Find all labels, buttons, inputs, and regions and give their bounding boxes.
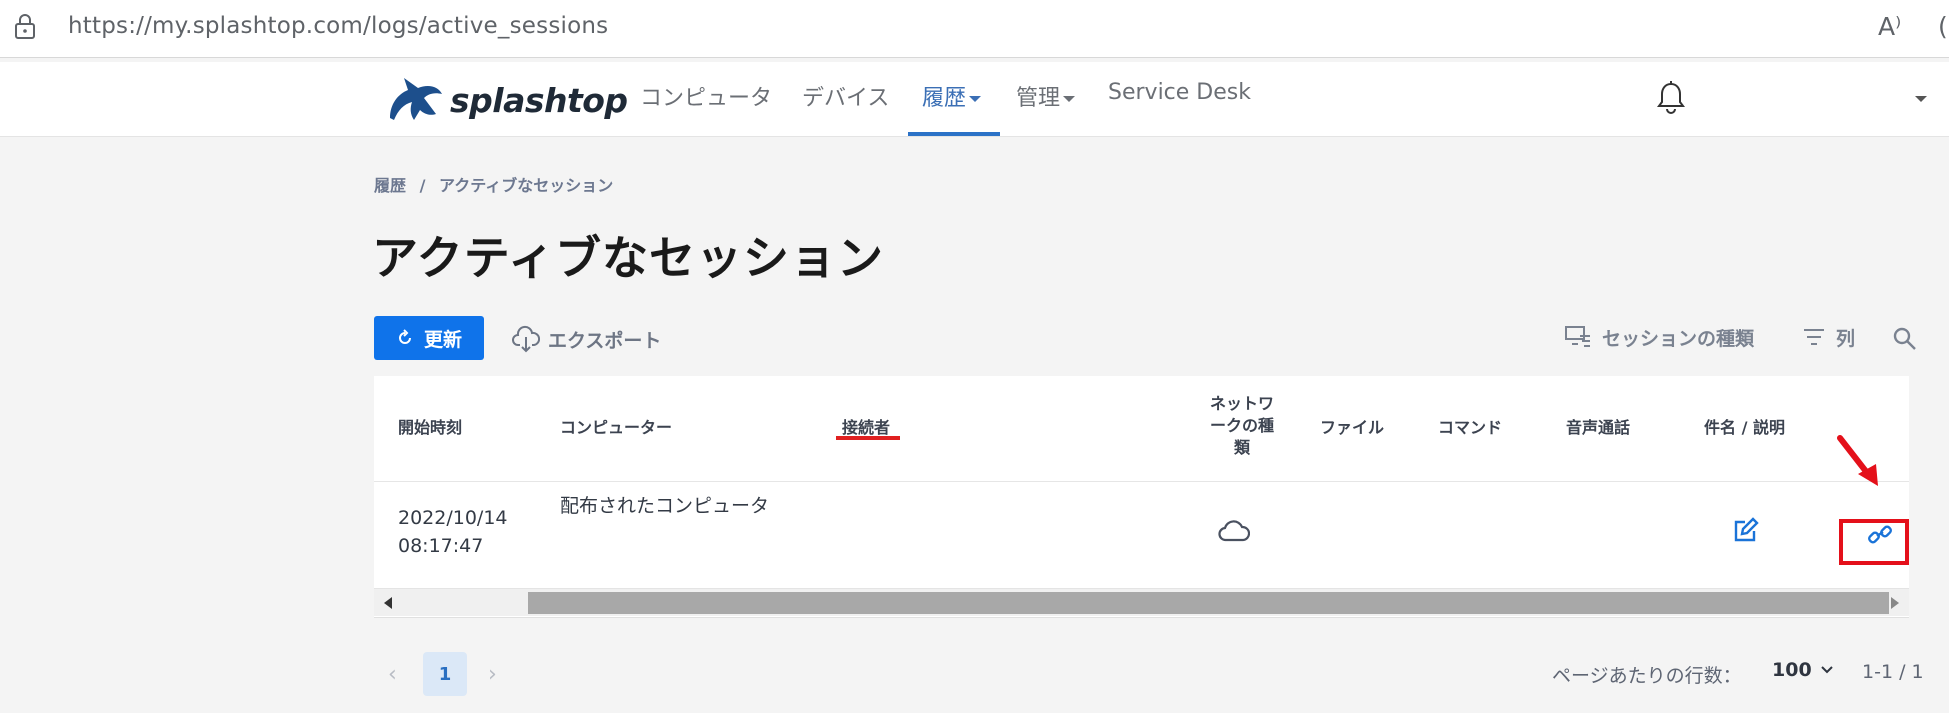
nav-item-computers[interactable]: コンピュータ bbox=[640, 80, 772, 137]
browser-toolbar-icon[interactable]: ( bbox=[1938, 12, 1948, 41]
column-header-command[interactable]: コマンド bbox=[1438, 417, 1502, 439]
page-range: 1-1 / 1 bbox=[1862, 661, 1924, 683]
session-type-label: セッションの種類 bbox=[1602, 327, 1755, 350]
chevron-down-icon bbox=[1063, 96, 1076, 102]
active-nav-indicator bbox=[908, 132, 1000, 136]
cell-computer: 配布されたコンピュータ bbox=[560, 495, 770, 517]
breadcrumb-root[interactable]: 履歴 bbox=[374, 176, 406, 195]
horizontal-scrollbar[interactable] bbox=[374, 588, 1909, 616]
splashtop-logo[interactable]: splashtop bbox=[384, 72, 628, 128]
nav-item-devices[interactable]: デバイス bbox=[802, 80, 889, 137]
columns-label: 列 bbox=[1836, 327, 1856, 350]
export-label: エクスポート bbox=[548, 329, 662, 352]
page-title: アクティブなセッション bbox=[372, 231, 884, 285]
brand-name: splashtop bbox=[450, 81, 628, 120]
breadcrumb-current: アクティブなセッション bbox=[439, 176, 614, 195]
cloud-download-icon bbox=[512, 325, 540, 353]
scrollbar-thumb[interactable] bbox=[528, 592, 1889, 614]
site-header: splashtop コンピュータ デバイス 履歴 管理 Service Desk bbox=[0, 62, 1949, 137]
url-text[interactable]: https://my.splashtop.com/logs/active_ses… bbox=[68, 13, 608, 39]
cell-start-time: 2022/10/14 08:17:47 bbox=[398, 507, 508, 557]
column-header-voice[interactable]: 音声通話 bbox=[1566, 417, 1630, 439]
session-type-filter[interactable]: セッションの種類 bbox=[1564, 322, 1754, 352]
prev-page-button[interactable]: ‹ bbox=[388, 662, 397, 687]
header-divider bbox=[374, 481, 1909, 482]
next-page-button[interactable]: › bbox=[488, 662, 497, 687]
url-host: https://my.splashtop.com bbox=[68, 13, 364, 39]
page-button-1[interactable]: 1 bbox=[423, 652, 467, 696]
splashtop-logo-icon bbox=[390, 78, 442, 120]
scroll-left-icon[interactable] bbox=[384, 597, 392, 609]
annotation-underline bbox=[836, 436, 900, 440]
rows-per-page-label: ページあたりの行数： bbox=[1552, 665, 1742, 687]
rows-per-page-select[interactable]: 100 bbox=[1772, 659, 1834, 681]
column-header-network-type[interactable]: ネットワ ークの種 類 bbox=[1192, 393, 1292, 459]
edit-icon[interactable] bbox=[1732, 516, 1760, 544]
chevron-down-icon bbox=[969, 96, 982, 102]
refresh-label: 更新 bbox=[423, 328, 462, 351]
cloud-icon bbox=[1218, 520, 1250, 542]
annotation-arrow-icon bbox=[1837, 435, 1878, 486]
sessions-table: 開始時刻 コンピューター 接続者 ネットワ ークの種 類 ファイル コマンド 音… bbox=[374, 376, 1909, 618]
refresh-icon bbox=[399, 329, 411, 344]
read-aloud-icon[interactable]: A⁾ bbox=[1878, 12, 1901, 41]
column-header-start-time[interactable]: 開始時刻 bbox=[398, 417, 462, 439]
filter-lines-icon bbox=[1804, 329, 1824, 345]
column-header-subject[interactable]: 件名 / 説明 bbox=[1704, 417, 1785, 439]
annotation-highlight-box bbox=[1839, 519, 1909, 565]
nav-item-history[interactable]: 履歴 bbox=[922, 80, 982, 137]
columns-button[interactable]: 列 bbox=[1802, 322, 1855, 352]
scroll-right-icon[interactable] bbox=[1891, 597, 1899, 609]
search-icon[interactable] bbox=[1892, 326, 1918, 352]
url-path: /logs/active_sessions bbox=[363, 13, 609, 39]
nav-item-management[interactable]: 管理 bbox=[1016, 80, 1076, 137]
breadcrumb: 履歴 / アクティブなセッション bbox=[374, 172, 621, 196]
browser-address-bar: https://my.splashtop.com/logs/active_ses… bbox=[0, 0, 1949, 58]
nav-item-service-desk[interactable]: Service Desk bbox=[1108, 80, 1251, 137]
breadcrumb-separator: / bbox=[419, 176, 426, 195]
account-menu-chevron-icon[interactable] bbox=[1915, 96, 1927, 102]
column-header-computer[interactable]: コンピューター bbox=[560, 417, 672, 439]
bell-icon[interactable] bbox=[1656, 80, 1686, 114]
export-button[interactable]: エクスポート bbox=[512, 322, 661, 356]
column-header-file[interactable]: ファイル bbox=[1320, 417, 1384, 439]
refresh-button[interactable]: 更新 bbox=[374, 316, 484, 360]
chevron-down-icon bbox=[1820, 666, 1833, 674]
monitor-filter-icon bbox=[1565, 326, 1590, 347]
lock-icon bbox=[15, 14, 35, 39]
